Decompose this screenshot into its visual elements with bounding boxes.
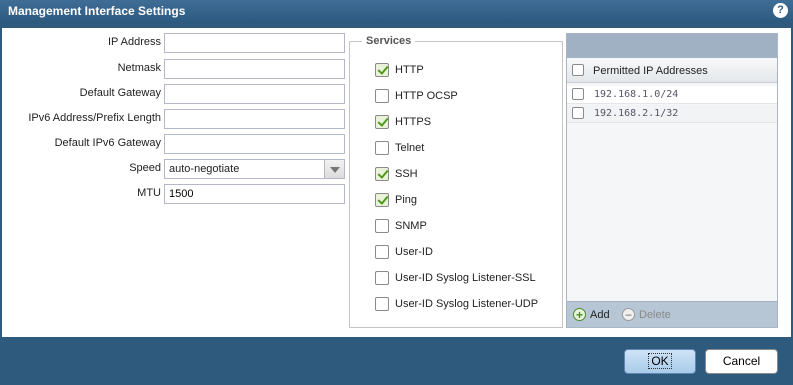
service-label: Ping bbox=[395, 194, 418, 206]
checkbox-icon[interactable] bbox=[375, 141, 389, 155]
dialog-content: IP Address Netmask Default Gateway IPv6 … bbox=[2, 28, 791, 337]
checkbox-icon[interactable] bbox=[375, 63, 389, 77]
default-ipv6-gateway-row: Default IPv6 Gateway bbox=[2, 134, 161, 154]
checkbox-icon[interactable] bbox=[375, 167, 389, 181]
ip-value: 192.168.1.0/24 bbox=[594, 89, 679, 100]
permitted-ip-header[interactable]: Permitted IP Addresses bbox=[593, 65, 708, 77]
ipv6-address-input[interactable] bbox=[164, 109, 345, 129]
select-all-checkbox[interactable] bbox=[572, 64, 584, 76]
ip-value: 192.168.2.1/32 bbox=[594, 108, 679, 119]
ip-address-input[interactable] bbox=[164, 33, 345, 53]
default-ipv6-gateway-label: Default IPv6 Gateway bbox=[54, 137, 161, 149]
checkbox-icon[interactable] bbox=[375, 193, 389, 207]
speed-select[interactable]: auto-negotiate bbox=[164, 159, 345, 179]
service-label: SNMP bbox=[395, 220, 427, 232]
mtu-label: MTU bbox=[137, 187, 161, 199]
service-label: Telnet bbox=[395, 142, 425, 154]
netmask-label: Netmask bbox=[117, 62, 161, 74]
add-label: Add bbox=[590, 309, 610, 321]
dialog-footer: OK Cancel bbox=[0, 337, 793, 385]
checkbox-icon[interactable] bbox=[375, 115, 389, 129]
cancel-button[interactable]: Cancel bbox=[705, 349, 778, 374]
ok-button[interactable]: OK bbox=[624, 349, 696, 374]
netmask-row: Netmask bbox=[2, 59, 161, 79]
speed-label: Speed bbox=[129, 162, 161, 174]
checkbox-icon[interactable] bbox=[375, 271, 389, 285]
ip-address-row: IP Address bbox=[2, 33, 161, 53]
plus-icon: + bbox=[573, 308, 586, 321]
ip-address-label: IP Address bbox=[108, 36, 161, 48]
table-row[interactable]: 192.168.1.0/24 bbox=[567, 86, 777, 104]
services-legend: Services bbox=[362, 35, 416, 47]
ipv6-address-row: IPv6 Address/Prefix Length bbox=[2, 109, 161, 129]
service-label: SSH bbox=[395, 168, 418, 180]
service-label: User-ID Syslog Listener-UDP bbox=[395, 298, 539, 310]
default-gateway-label: Default Gateway bbox=[79, 87, 161, 99]
ok-label: OK bbox=[648, 353, 672, 369]
chevron-down-icon[interactable] bbox=[324, 160, 344, 178]
default-ipv6-gateway-input[interactable] bbox=[164, 134, 345, 154]
grid-header: Permitted IP Addresses bbox=[567, 58, 777, 83]
permitted-ip-grid: Permitted IP Addresses 192.168.1.0/24 19… bbox=[566, 33, 778, 328]
speed-row: Speed bbox=[2, 159, 161, 179]
help-icon[interactable]: ? bbox=[773, 3, 788, 18]
checkbox-icon[interactable] bbox=[375, 297, 389, 311]
minus-icon: − bbox=[622, 308, 635, 321]
mtu-row: MTU bbox=[2, 184, 161, 204]
mtu-input[interactable] bbox=[164, 184, 345, 204]
table-row[interactable]: 192.168.2.1/32 bbox=[567, 105, 777, 123]
default-gateway-input[interactable] bbox=[164, 84, 345, 104]
delete-label: Delete bbox=[639, 309, 671, 321]
checkbox-icon[interactable] bbox=[375, 245, 389, 259]
row-checkbox[interactable] bbox=[572, 88, 584, 100]
dialog-titlebar: Management Interface Settings ? bbox=[0, 0, 793, 22]
grid-toolbar bbox=[567, 34, 777, 58]
checkbox-icon[interactable] bbox=[375, 219, 389, 233]
netmask-input[interactable] bbox=[164, 59, 345, 79]
ipv6-address-label: IPv6 Address/Prefix Length bbox=[28, 112, 161, 124]
dialog-title: Management Interface Settings bbox=[8, 4, 186, 18]
row-checkbox[interactable] bbox=[572, 107, 584, 119]
speed-value: auto-negotiate bbox=[169, 163, 240, 175]
service-label: HTTPS bbox=[395, 116, 432, 128]
service-label: User-ID bbox=[395, 246, 433, 258]
grid-footer: + Add − Delete bbox=[567, 301, 777, 327]
service-label: User-ID Syslog Listener-SSL bbox=[395, 272, 536, 284]
service-label: HTTP bbox=[395, 64, 424, 76]
service-label: HTTP OCSP bbox=[395, 90, 458, 102]
default-gateway-row: Default Gateway bbox=[2, 84, 161, 104]
checkbox-icon[interactable] bbox=[375, 89, 389, 103]
services-fieldset: Services HTTP HTTP OCSP HTTPS Telnet SSH… bbox=[349, 35, 563, 328]
